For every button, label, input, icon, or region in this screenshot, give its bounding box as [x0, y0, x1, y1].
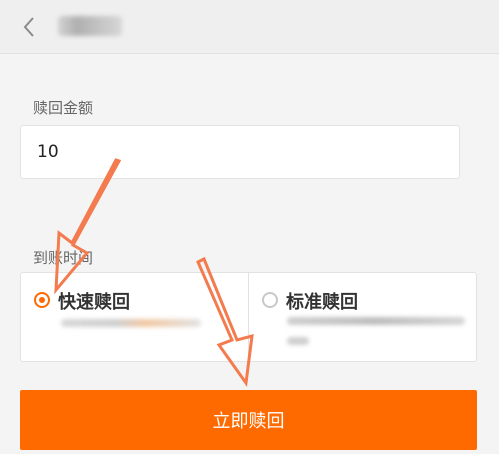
option-fast-label: 快速赎回 — [58, 292, 130, 313]
blurred-description — [61, 319, 201, 327]
redeem-screen: 赎回金额 到账时间 快速赎回 标准赎回 立即赎回 — [0, 0, 499, 454]
blurred-description — [287, 337, 309, 345]
chevron-left-icon — [23, 17, 34, 37]
radio-checked-icon[interactable] — [34, 292, 50, 308]
option-standard-redeem[interactable]: 标准赎回 — [248, 273, 476, 361]
back-button[interactable] — [14, 12, 44, 42]
option-standard-label: 标准赎回 — [286, 292, 358, 313]
amount-label: 赎回金额 — [33, 99, 94, 117]
blurred-description — [287, 317, 465, 325]
arrow-down-left-icon — [54, 158, 122, 295]
top-navigation-bar — [0, 0, 499, 54]
redeem-now-button[interactable]: 立即赎回 — [20, 390, 477, 450]
page-title-blurred — [58, 16, 122, 36]
redeem-options: 快速赎回 标准赎回 — [20, 272, 477, 362]
amount-input[interactable] — [20, 125, 460, 179]
radio-unchecked-icon[interactable] — [262, 292, 278, 308]
annotation-arrows — [54, 158, 254, 387]
option-fast-redeem[interactable]: 快速赎回 — [21, 273, 248, 361]
arrival-time-label: 到账时间 — [33, 249, 94, 267]
